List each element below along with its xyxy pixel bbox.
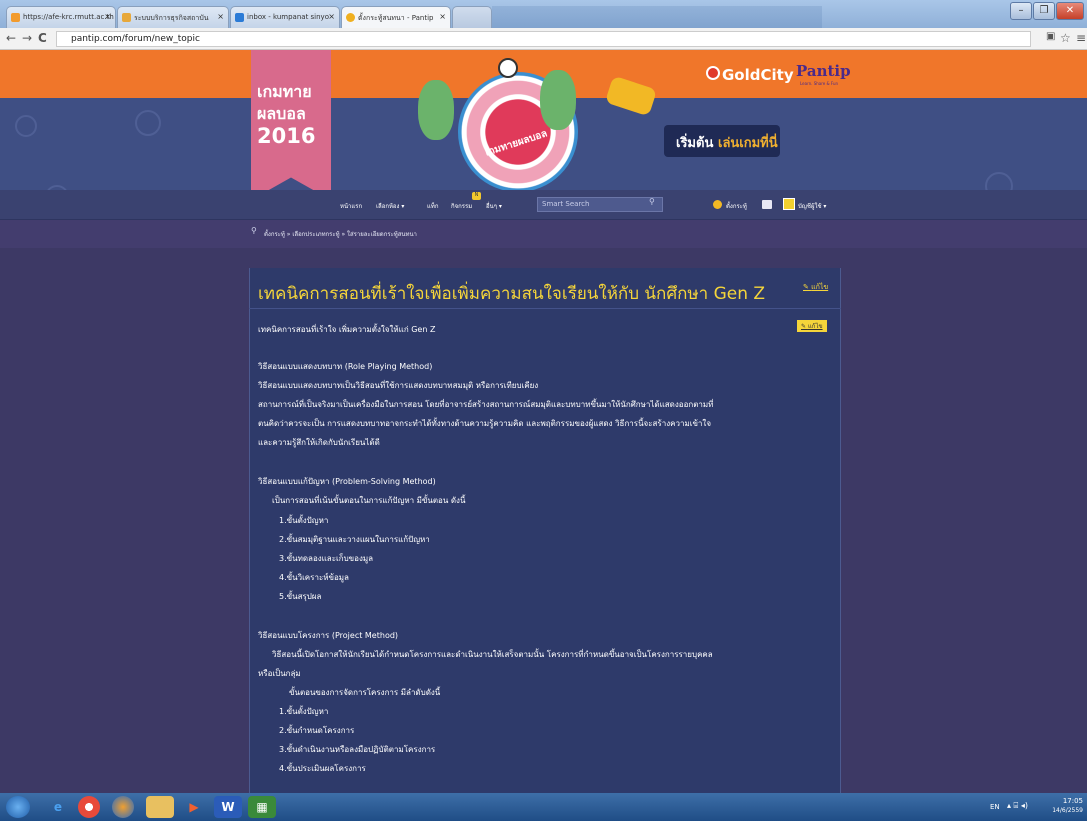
close-window-button[interactable]: ✕ bbox=[1056, 2, 1084, 20]
tab-pantip[interactable]: ตั้งกระทู้สนทนา - Pantip × bbox=[341, 6, 451, 28]
new-tab-button[interactable] bbox=[452, 6, 492, 28]
tab-label: inbox - kumpanat sinyo bbox=[247, 13, 329, 21]
avatar[interactable] bbox=[783, 198, 795, 210]
folder-icon[interactable] bbox=[146, 796, 174, 818]
post-line: 2.ขั้นสมมุติฐานและวางแผนในการแก้ปัญหา bbox=[279, 535, 430, 544]
start-button[interactable] bbox=[6, 796, 30, 818]
minimize-button[interactable]: – bbox=[1010, 2, 1032, 20]
post-line: 3.ขั้นดำเนินงานหรือลงมือปฏิบัติตามโครงกา… bbox=[279, 745, 436, 754]
mail-icon[interactable] bbox=[762, 200, 772, 209]
cta-prefix: เริ่มต้น bbox=[676, 136, 714, 151]
new-topic-icon bbox=[713, 200, 722, 209]
goldcity-logo[interactable]: GoldCity bbox=[722, 66, 794, 84]
nav-home[interactable]: หน้าแรก bbox=[340, 201, 362, 211]
decor-ball-icon bbox=[135, 110, 161, 136]
post-line: เป็นการสอนที่เน้นขั้นตอนในการแก้ปัญหา มี… bbox=[272, 496, 466, 505]
tab-afe-krc[interactable]: https://afe-krc.rmutt.ac.th × bbox=[6, 6, 116, 28]
tab-label: ตั้งกระทู้สนทนา - Pantip bbox=[358, 14, 434, 22]
edit-body-button[interactable]: ✎ แก้ไข bbox=[797, 320, 827, 332]
close-icon[interactable]: × bbox=[328, 12, 335, 21]
pantip-logo[interactable]: Pantip bbox=[796, 62, 851, 80]
edit-title-link[interactable]: ✎ แก้ไข bbox=[803, 282, 828, 293]
reload-icon[interactable]: C bbox=[38, 31, 47, 45]
decor-ball-icon bbox=[15, 115, 37, 137]
pantip-tagline: Learn. Share & Fun bbox=[800, 81, 839, 86]
firefox-icon[interactable] bbox=[112, 796, 134, 818]
edit-title-label: แก้ไข bbox=[811, 283, 829, 291]
edit-body-label: แก้ไข bbox=[807, 323, 823, 330]
tab-inbox[interactable]: inbox - kumpanat sinyo × bbox=[230, 6, 340, 28]
clock-time[interactable]: 17:05 bbox=[1051, 797, 1083, 805]
media-icon[interactable]: ▶ bbox=[180, 796, 208, 818]
forward-icon[interactable]: → bbox=[22, 31, 32, 45]
photos-icon[interactable]: ▦ bbox=[248, 796, 276, 818]
clock-date[interactable]: 14/6/2559 bbox=[1048, 807, 1083, 814]
post-line: 1.ขั้นตั้งปัญหา bbox=[279, 707, 329, 716]
football-icon bbox=[498, 58, 518, 78]
tab-label: ระบบบริการธุรกิจสถาบัน bbox=[134, 14, 209, 22]
post-line: 5.ขั้นสรุปผล bbox=[279, 592, 322, 601]
breadcrumb[interactable]: ตั้งกระทู้ » เลือกประเภทกระทู้ » ใส่รายล… bbox=[264, 229, 417, 239]
nav-activities[interactable]: กิจกรรม bbox=[451, 201, 472, 211]
post-line: เทคนิคการสอนที่เร้าใจ เพิ่มความตั้งใจให้… bbox=[258, 325, 436, 334]
close-icon[interactable]: × bbox=[217, 12, 224, 21]
mascot-right-icon bbox=[540, 70, 576, 130]
post-line: วิธีสอนนี้เปิดโอกาสให้นักเรียนได้กำหนดโค… bbox=[272, 650, 713, 659]
post-line: ตนคิดว่าควรจะเป็น การแสดงบทบาทอาจกระทำได… bbox=[258, 419, 711, 428]
ie-icon[interactable]: e bbox=[44, 796, 72, 818]
page-icon bbox=[122, 13, 131, 22]
post-line: 1.ขั้นตั้งปัญหา bbox=[279, 516, 329, 525]
breadcrumb-bar bbox=[0, 220, 1087, 248]
nav-more[interactable]: อื่นๆ ▾ bbox=[486, 201, 502, 211]
word-icon[interactable]: W bbox=[214, 796, 242, 818]
blurred-window-title bbox=[492, 6, 822, 28]
nav-tags[interactable]: แท็ก bbox=[427, 201, 438, 211]
new-topic-link[interactable]: ตั้งกระทู้ bbox=[726, 201, 747, 211]
tab-service[interactable]: ระบบบริการธุรกิจสถาบัน × bbox=[117, 6, 229, 28]
post-line: และความรู้สึกให้เกิดกับนักเรียนได้ดี bbox=[258, 438, 380, 447]
post-line: 2.ขั้นกำหนดโครงการ bbox=[279, 726, 355, 735]
post-title: เทคนิคการสอนที่เร้าใจเพื่อเพิ่มความสนใจเ… bbox=[258, 284, 766, 304]
post-line: วิธีสอนแบบแก้ปัญหา (Problem-Solving Meth… bbox=[258, 477, 436, 486]
post-line: หรือเป็นกลุ่ม bbox=[258, 669, 301, 678]
address-bar-row: ← → C pantip.com/forum/new_topic ▣ ☆ ≡ bbox=[0, 28, 1087, 50]
title-divider bbox=[249, 308, 841, 309]
tray-icons[interactable]: ▴ ⌸ ◂) bbox=[1007, 801, 1028, 811]
cta-highlight: เล่นเกมที่นี่ bbox=[718, 136, 778, 151]
account-menu[interactable]: บัญชีผู้ใช้ ▾ bbox=[798, 201, 826, 211]
post-line: สถานการณ์ที่เป็นจริงมาเป็นเครื่องมือในกา… bbox=[258, 400, 714, 409]
page-icon bbox=[11, 13, 20, 22]
search-placeholder: Smart Search bbox=[542, 200, 590, 208]
language-indicator[interactable]: EN bbox=[990, 803, 1000, 811]
url-text: pantip.com/forum/new_topic bbox=[71, 34, 200, 44]
post-line: 4.ขั้นประเมินผลโครงการ bbox=[279, 764, 366, 773]
browser-tab-bar: https://afe-krc.rmutt.ac.th × ระบบบริการ… bbox=[0, 0, 1087, 28]
pantip-icon bbox=[346, 13, 355, 22]
close-icon[interactable]: × bbox=[104, 12, 111, 21]
search-icon[interactable]: ⚲ bbox=[649, 197, 655, 206]
activity-badge: N bbox=[472, 192, 481, 200]
post-line: วิธีสอนแบบแสดงบทบาท (Role Playing Method… bbox=[258, 362, 433, 371]
tab-label: https://afe-krc.rmutt.ac.th bbox=[23, 13, 114, 21]
post-line: 3.ขั้นทดลองและเก็บของมูล bbox=[279, 554, 374, 563]
badge-year: 2016 bbox=[257, 124, 316, 148]
back-icon[interactable]: ← bbox=[6, 31, 16, 45]
post-line: วิธีสอนแบบแสดงบทบาทเป็นวิธีสอนที่ใช้การแ… bbox=[258, 381, 539, 390]
location-pin-icon: ⚲ bbox=[251, 226, 257, 235]
restore-button[interactable]: ❐ bbox=[1033, 2, 1055, 20]
mascot-left-icon bbox=[418, 80, 454, 140]
post-line: วิธีสอนแบบโครงการ (Project Method) bbox=[258, 631, 399, 640]
chrome-icon[interactable] bbox=[78, 796, 100, 818]
url-input[interactable]: pantip.com/forum/new_topic bbox=[56, 31, 1031, 47]
post-line: ขั้นตอนของการจัดการโครงการ มีลำดับดังนี้ bbox=[289, 688, 441, 697]
search-input[interactable]: Smart Search bbox=[537, 197, 663, 212]
goldcity-logo-icon bbox=[706, 66, 720, 80]
mail-icon bbox=[235, 13, 244, 22]
close-icon[interactable]: × bbox=[439, 12, 446, 21]
nav-rooms[interactable]: เลือกห้อง ▾ bbox=[376, 201, 404, 211]
post-line: 4.ขั้นวิเคราะห์ข้อมูล bbox=[279, 573, 349, 582]
star-icon[interactable]: ☆ bbox=[1060, 31, 1071, 45]
menu-icon[interactable]: ≡ bbox=[1076, 31, 1086, 45]
translate-icon[interactable]: ▣ bbox=[1046, 31, 1055, 42]
